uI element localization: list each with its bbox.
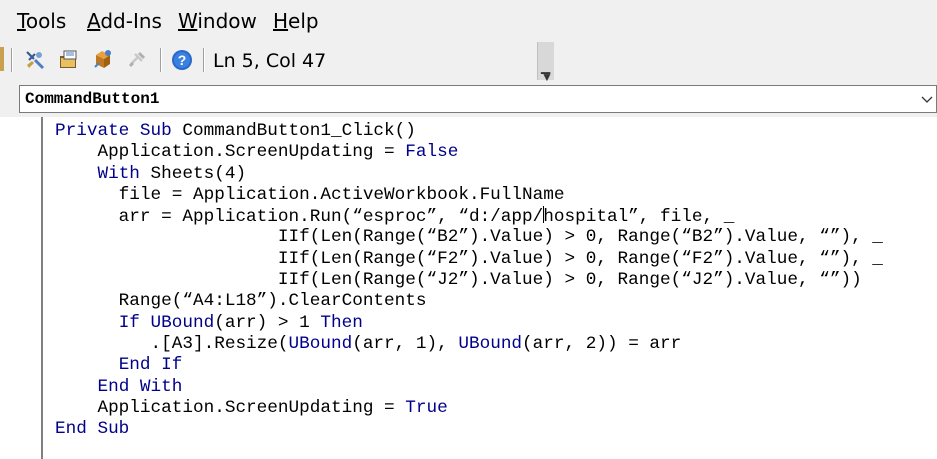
design-mode-icon[interactable] — [24, 49, 46, 71]
project-explorer-icon[interactable] — [58, 49, 80, 71]
toolbar-separator — [203, 48, 205, 72]
code-text: arr = Application.Run(“esproc”, “d:/app/ — [55, 207, 544, 228]
code-line[interactable]: With Sheets(4) — [55, 164, 883, 185]
toolbox-icon[interactable] — [126, 49, 148, 71]
code-keyword: End With — [97, 376, 183, 397]
object-dropdown[interactable]: CommandButton1 — [19, 85, 937, 113]
code-line[interactable]: arr = Application.Run(“esproc”, “d:/app/… — [55, 206, 883, 227]
properties-window-icon[interactable] — [92, 49, 114, 71]
code-text: Range(“A4:L18”).ClearContents — [55, 291, 427, 312]
code-keyword: UBound — [288, 333, 353, 354]
code-text: Sheets(4) — [139, 163, 247, 184]
code-line[interactable]: IIf(Len(Range(“J2”).Value) > 0, Range(“J… — [55, 270, 883, 291]
code-line[interactable]: End With — [55, 377, 883, 398]
code-keyword: Private Sub — [55, 121, 172, 141]
menu-bar: Tools Add-Ins Window Help — [0, 0, 937, 40]
standard-toolbar: ? Ln 5, Col 47 ▁ ▼ — [0, 42, 554, 84]
code-text: (arr, 2)) = arr — [522, 333, 682, 354]
code-keyword: Then — [320, 312, 363, 333]
code-text: (arr, 1), — [352, 333, 459, 354]
svg-text:?: ? — [178, 52, 187, 68]
code-keyword: End If — [118, 355, 183, 376]
code-text: file = Application.ActiveWorkbook.FullNa… — [55, 184, 565, 205]
code-text: Application.ScreenUpdating = — [55, 142, 406, 163]
code-text: CommandButton1_Click() — [171, 121, 416, 141]
toolbar-separator — [160, 48, 162, 72]
help-icon[interactable]: ? — [171, 49, 193, 71]
code-line[interactable]: Application.ScreenUpdating = True — [55, 398, 883, 419]
code-line[interactable]: End If — [55, 355, 883, 376]
code-keyword: End Sub — [55, 419, 130, 440]
margin-indicator-bar — [41, 117, 43, 459]
code-line[interactable]: IIf(Len(Range(“F2”).Value) > 0, Range(“F… — [55, 249, 883, 270]
code-line[interactable]: IIf(Len(Range(“B2”).Value) > 0, Range(“B… — [55, 227, 883, 248]
code-editor[interactable]: Private Sub CommandButton1_Click() Appli… — [55, 121, 883, 440]
code-line[interactable]: .[A3].Resize(UBound(arr, 1), UBound(arr,… — [55, 334, 883, 355]
code-keyword: With — [97, 163, 140, 184]
toolbar-separator — [11, 48, 13, 72]
code-text: hospital”, file, _ — [543, 207, 735, 228]
menu-add-ins[interactable]: Add-Ins — [87, 9, 162, 33]
toolbar-overflow-icon: ▁ ▼ — [541, 60, 553, 84]
code-keyword: If UBound — [118, 312, 215, 333]
code-keyword: False — [405, 142, 459, 163]
code-line[interactable]: file = Application.ActiveWorkbook.FullNa… — [55, 185, 883, 206]
code-text: Application.ScreenUpdating = — [55, 397, 406, 418]
object-dropdown-value: CommandButton1 — [25, 90, 160, 108]
menu-tools[interactable]: Tools — [17, 9, 66, 33]
code-line[interactable]: If UBound(arr) > 1 Then — [55, 313, 883, 334]
code-text: (arr) > 1 — [214, 312, 321, 333]
cursor-position-status: Ln 5, Col 47 — [213, 50, 327, 72]
toolbar-edge — [0, 47, 4, 71]
code-text: IIf(Len(Range(“B2”).Value) > 0, Range(“B… — [55, 227, 883, 248]
code-keyword: UBound — [458, 333, 523, 354]
menu-help[interactable]: Help — [273, 9, 319, 33]
code-line[interactable]: End Sub — [55, 419, 883, 440]
code-text: .[A3].Resize( — [55, 333, 289, 354]
menu-window[interactable]: Window — [178, 9, 257, 33]
code-text: IIf(Len(Range(“J2”).Value) > 0, Range(“J… — [55, 270, 862, 291]
code-keyword: True — [405, 397, 448, 418]
chevron-down-icon[interactable] — [920, 88, 934, 110]
code-line[interactable]: Private Sub CommandButton1_Click() — [55, 121, 883, 142]
code-line[interactable]: Application.ScreenUpdating = False — [55, 142, 883, 163]
code-line[interactable]: Range(“A4:L18”).ClearContents — [55, 291, 883, 312]
code-window[interactable]: Private Sub CommandButton1_Click() Appli… — [0, 117, 937, 459]
toolbar-overflow-button[interactable]: ▁ ▼ — [537, 42, 554, 84]
code-text: IIf(Len(Range(“F2”).Value) > 0, Range(“F… — [55, 248, 883, 269]
